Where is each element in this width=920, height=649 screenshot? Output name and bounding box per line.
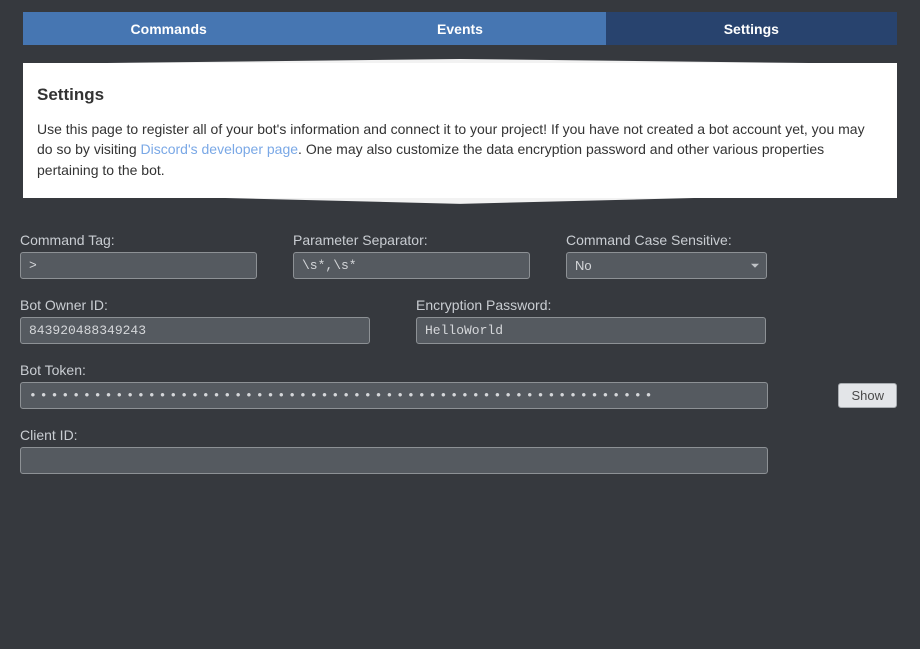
tab-bar: Commands Events Settings — [23, 12, 897, 45]
command-tag-input[interactable] — [20, 252, 257, 279]
owner-id-label: Bot Owner ID: — [20, 297, 370, 313]
owner-id-input[interactable] — [20, 317, 370, 344]
tab-settings[interactable]: Settings — [606, 12, 897, 45]
bot-token-input[interactable] — [20, 382, 768, 409]
case-sensitive-label: Command Case Sensitive: — [566, 232, 767, 248]
panel-title: Settings — [37, 85, 883, 105]
case-sensitive-select[interactable]: No — [566, 252, 767, 279]
client-id-label: Client ID: — [20, 427, 768, 443]
encryption-input[interactable] — [416, 317, 766, 344]
settings-panel: Settings Use this page to register all o… — [23, 63, 897, 198]
bot-token-label: Bot Token: — [20, 362, 820, 378]
encryption-label: Encryption Password: — [416, 297, 766, 313]
client-id-input[interactable] — [20, 447, 768, 474]
command-tag-label: Command Tag: — [20, 232, 257, 248]
settings-form: Command Tag: Parameter Separator: Comman… — [20, 232, 897, 474]
param-sep-input[interactable] — [293, 252, 530, 279]
show-token-button[interactable]: Show — [838, 383, 897, 408]
tab-events[interactable]: Events — [314, 12, 605, 45]
panel-description: Use this page to register all of your bo… — [37, 119, 883, 180]
param-sep-label: Parameter Separator: — [293, 232, 530, 248]
tab-commands[interactable]: Commands — [23, 12, 314, 45]
developer-page-link[interactable]: Discord's developer page — [141, 141, 299, 157]
